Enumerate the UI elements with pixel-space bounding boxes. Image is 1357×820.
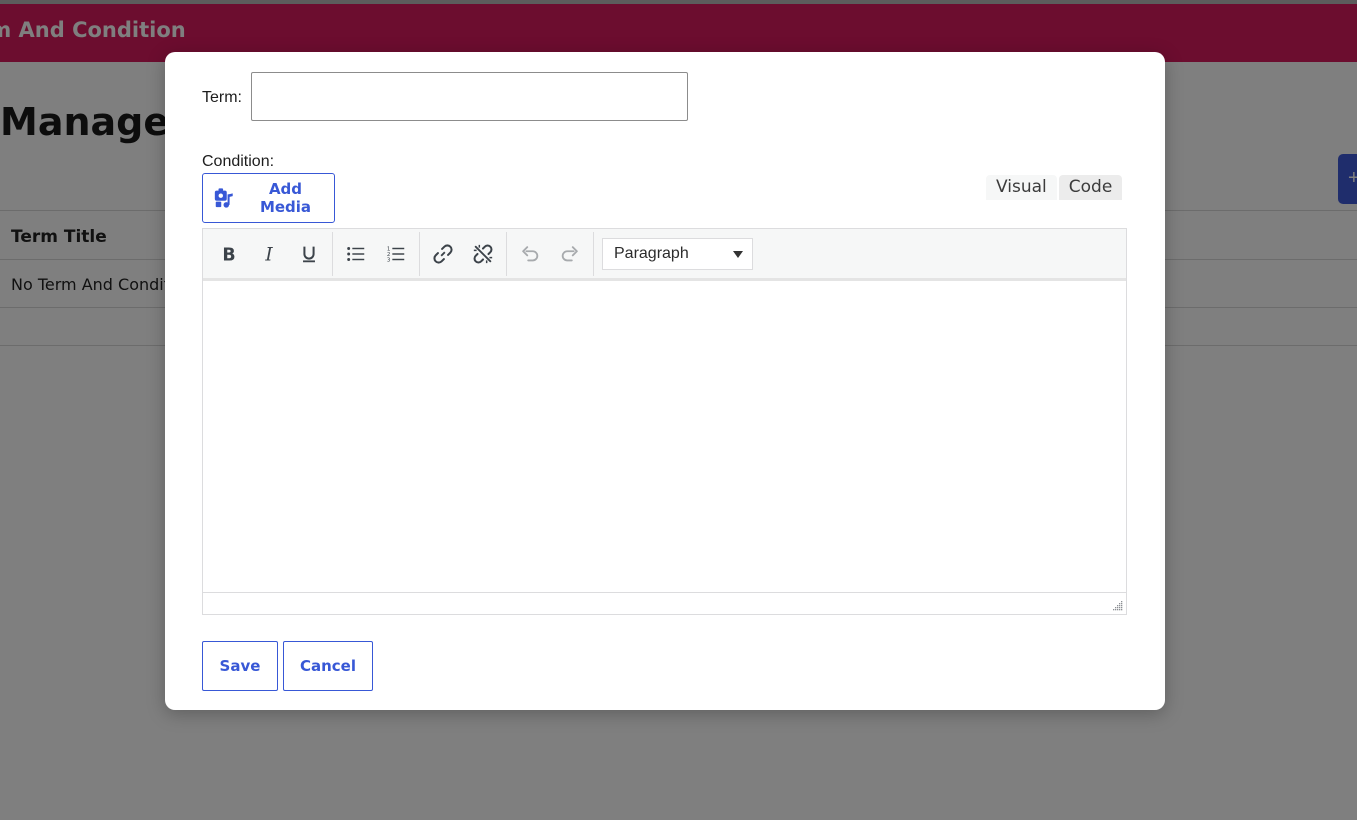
svg-text:B: B: [222, 245, 235, 265]
resize-handle-icon[interactable]: [1111, 599, 1123, 611]
editor-mode-tabs: Visual Code: [986, 175, 1123, 200]
bold-button[interactable]: B: [211, 236, 247, 272]
unlink-button[interactable]: [465, 236, 501, 272]
condition-label: Condition:: [202, 153, 275, 170]
save-button[interactable]: Save: [202, 641, 278, 691]
page: rm And Condition Manage T + Term Title N…: [0, 0, 1357, 820]
editor-statusbar: [203, 592, 1126, 613]
cancel-button[interactable]: Cancel: [283, 641, 373, 691]
numbered-list-icon: 1 2 3: [387, 246, 405, 263]
link-button[interactable]: [425, 236, 461, 272]
toolbar-separator: [506, 231, 507, 276]
undo-button[interactable]: [512, 236, 548, 272]
term-label: Term:: [202, 89, 242, 106]
bold-icon: B: [222, 245, 235, 265]
svg-text:I: I: [264, 244, 273, 265]
link-icon: [433, 243, 453, 264]
numbered-list-button[interactable]: 1 2 3: [378, 236, 414, 272]
add-media-button[interactable]: Add Media: [202, 173, 335, 223]
italic-icon: I: [264, 244, 273, 265]
svg-text:3: 3: [387, 257, 391, 263]
tab-code[interactable]: Code: [1058, 175, 1123, 200]
chevron-down-icon: [733, 250, 743, 258]
add-media-label: Add Media: [259, 180, 312, 216]
bullet-list-icon: [347, 246, 365, 261]
toolbar-separator: [419, 231, 420, 276]
unlink-icon: [473, 244, 493, 263]
format-select[interactable]: Paragraph: [602, 237, 753, 270]
redo-button[interactable]: [552, 236, 588, 272]
term-condition-modal: Term: Condition: Add Media Visual Code B…: [165, 52, 1165, 710]
toolbar-separator: [593, 231, 594, 276]
underline-icon: [303, 246, 315, 262]
editor-toolbar: B I 1 2 3 Paragraph: [203, 229, 1126, 281]
rich-text-editor: B I 1 2 3 Paragraph: [202, 228, 1127, 615]
tab-visual[interactable]: Visual: [986, 175, 1057, 200]
term-input[interactable]: [251, 72, 688, 121]
toolbar-separator: [332, 231, 333, 276]
redo-icon: [561, 245, 578, 261]
format-select-value: Paragraph: [614, 244, 689, 262]
bullet-list-button[interactable]: [338, 236, 374, 272]
italic-button[interactable]: I: [251, 236, 287, 272]
editor-content-area[interactable]: [203, 281, 1126, 592]
undo-icon: [522, 245, 539, 261]
underline-button[interactable]: [291, 236, 327, 272]
media-icon: [214, 188, 233, 208]
